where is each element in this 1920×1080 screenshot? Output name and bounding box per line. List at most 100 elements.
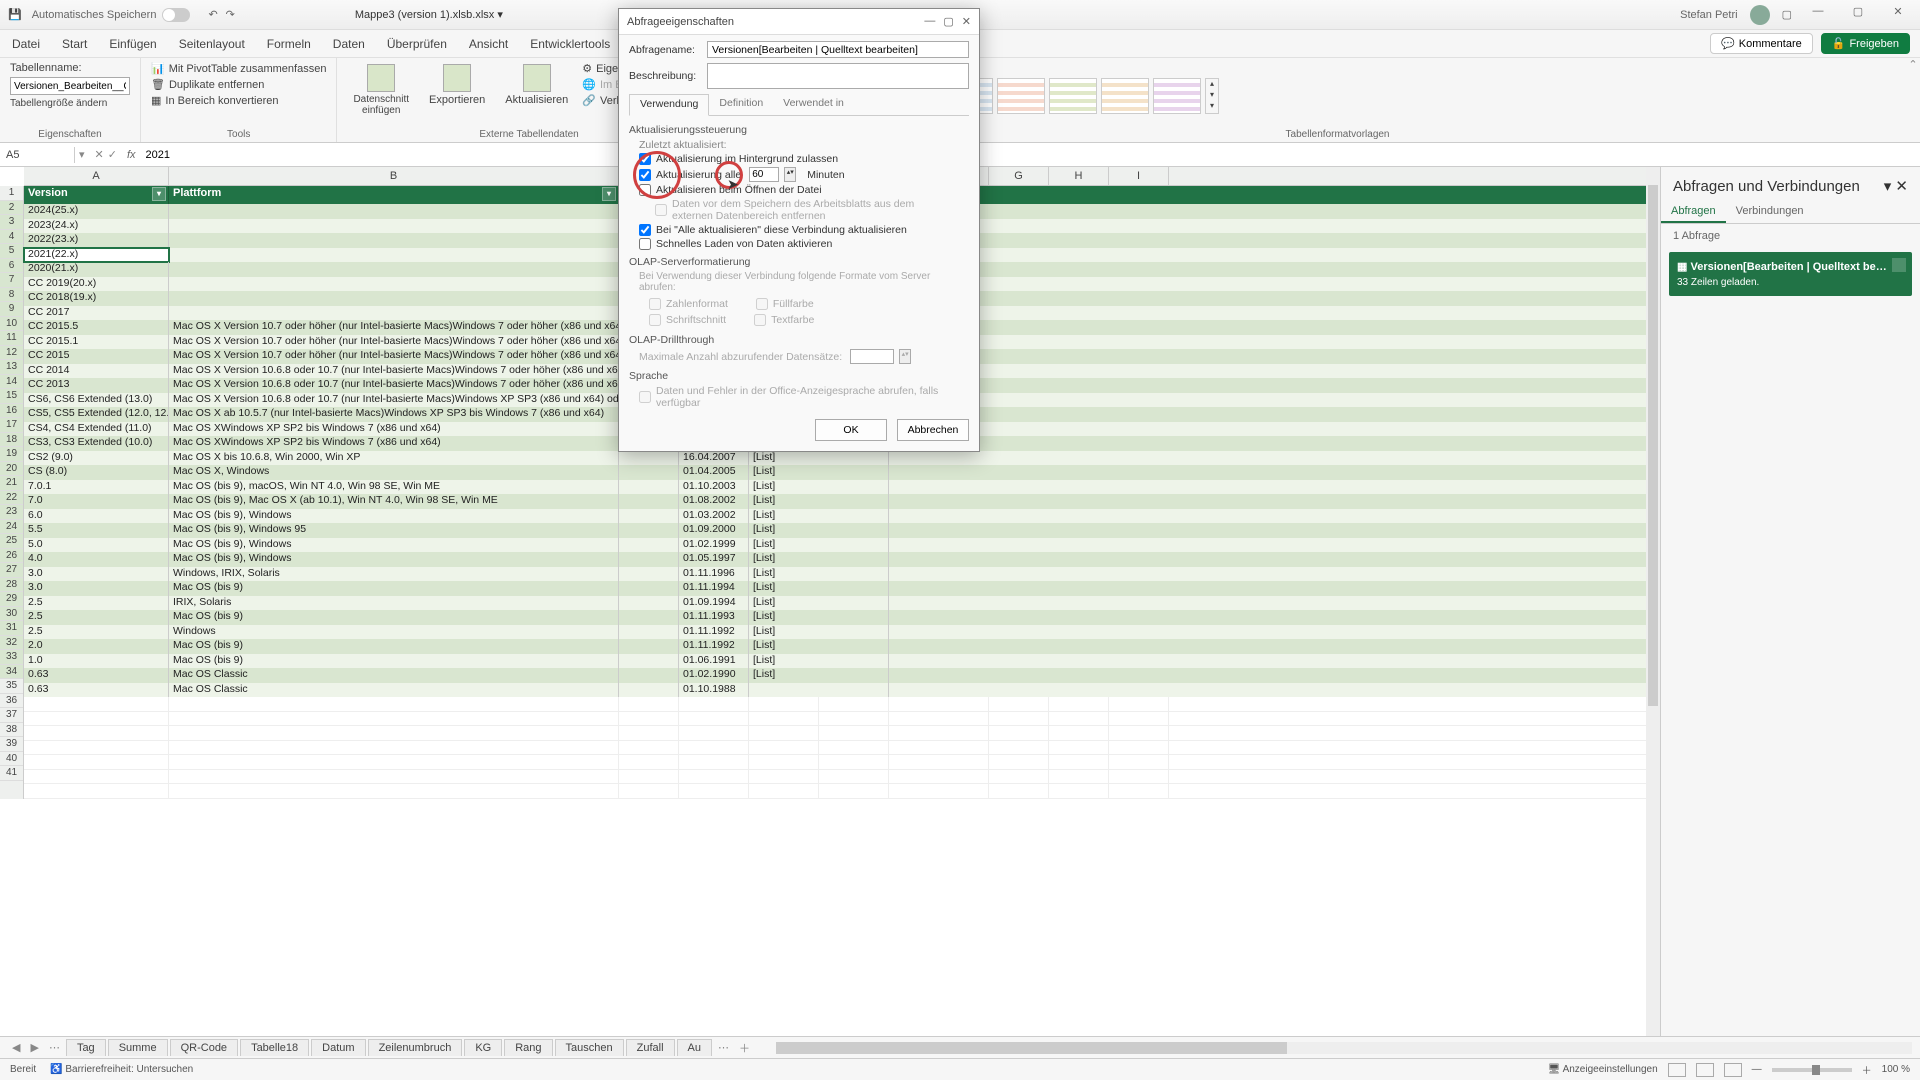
table-style-6[interactable] bbox=[1049, 78, 1097, 114]
formula-input[interactable]: 2021 bbox=[140, 147, 1920, 163]
row-num[interactable]: 34 bbox=[0, 665, 23, 680]
sheet-more-icon[interactable]: ⋯ bbox=[714, 1041, 733, 1054]
undo-icon[interactable]: ↶ bbox=[208, 8, 217, 21]
row-num[interactable]: 33 bbox=[0, 650, 23, 665]
row-num[interactable]: 21 bbox=[0, 476, 23, 491]
name-box[interactable]: A5 bbox=[0, 147, 75, 163]
row-num[interactable]: 12 bbox=[0, 346, 23, 361]
table-row[interactable]: 3.0Mac OS (bis 9)01.11.1994[List] bbox=[24, 581, 1660, 596]
table-row[interactable]: CS2 (9.0)Mac OS X bis 10.6.8, Win 2000, … bbox=[24, 451, 1660, 466]
sheet-tab[interactable]: Tag bbox=[66, 1039, 106, 1056]
query-name-input[interactable] bbox=[707, 41, 969, 58]
col-head[interactable]: A bbox=[24, 167, 169, 185]
row-num[interactable]: 3 bbox=[0, 215, 23, 230]
sheet-tab[interactable]: Zeilenumbruch bbox=[368, 1039, 463, 1056]
refresh-all-checkbox[interactable] bbox=[639, 224, 651, 236]
table-row[interactable]: 5.0Mac OS (bis 9), Windows01.02.1999[Lis… bbox=[24, 538, 1660, 553]
redo-icon[interactable]: ↷ bbox=[226, 8, 235, 21]
panel-dropdown-icon[interactable]: ▾ bbox=[1884, 178, 1892, 195]
row-num[interactable]: 8 bbox=[0, 288, 23, 303]
avatar[interactable] bbox=[1750, 5, 1770, 25]
row-num[interactable]: 7 bbox=[0, 273, 23, 288]
col-version[interactable]: Version▾ bbox=[24, 186, 169, 204]
table-row[interactable]: 0.63Mac OS Classic01.10.1988 bbox=[24, 683, 1660, 698]
collapse-ribbon-icon[interactable]: ⌃ bbox=[1906, 58, 1920, 142]
row-num[interactable]: 2 bbox=[0, 201, 23, 216]
name-box-dropdown-icon[interactable]: ▾ bbox=[75, 148, 89, 161]
query-item[interactable]: ▦ Versionen[Bearbeiten | Quelltext be… 3… bbox=[1669, 252, 1912, 296]
row-num[interactable]: 37 bbox=[0, 708, 23, 723]
filter-dropdown-icon[interactable]: ▾ bbox=[152, 187, 166, 201]
comments-button[interactable]: 💬Kommentare bbox=[1710, 33, 1813, 54]
sheet-tab[interactable]: Au bbox=[677, 1039, 712, 1056]
row-num[interactable]: 30 bbox=[0, 607, 23, 622]
share-button[interactable]: 🔓Freigeben bbox=[1821, 33, 1910, 54]
vertical-scrollbar[interactable] bbox=[1646, 167, 1660, 1036]
sheet-tab[interactable]: QR-Code bbox=[170, 1039, 238, 1056]
row-num[interactable]: 22 bbox=[0, 491, 23, 506]
table-row[interactable]: 3.0Windows, IRIX, Solaris01.11.1996[List… bbox=[24, 567, 1660, 582]
row-num[interactable]: 38 bbox=[0, 723, 23, 738]
table-row[interactable]: 4.0Mac OS (bis 9), Windows01.05.1997[Lis… bbox=[24, 552, 1660, 567]
view-layout-icon[interactable] bbox=[1696, 1063, 1714, 1077]
resize-table-button[interactable]: Tabellengröße ändern bbox=[10, 98, 130, 109]
bg-refresh-checkbox[interactable] bbox=[639, 153, 651, 165]
sheet-nav-prev-icon[interactable]: ◀ bbox=[8, 1041, 24, 1054]
style-scroll[interactable]: ▴▾▾ bbox=[1205, 78, 1219, 114]
row-num[interactable]: 14 bbox=[0, 375, 23, 390]
table-row[interactable]: 2.5Windows01.11.1992[List] bbox=[24, 625, 1660, 640]
row-num[interactable]: 36 bbox=[0, 694, 23, 709]
dialog-minimize-icon[interactable]: — bbox=[924, 15, 935, 28]
tab-ueberpruefen[interactable]: Überprüfen bbox=[385, 33, 449, 55]
ribbon-mode-icon[interactable]: ▢ bbox=[1782, 8, 1792, 21]
minimize-icon[interactable]: — bbox=[1804, 5, 1832, 25]
dialog-close-icon[interactable]: ✕ bbox=[962, 15, 971, 28]
table-style-7[interactable] bbox=[1101, 78, 1149, 114]
sheet-tab[interactable]: Tauschen bbox=[555, 1039, 624, 1056]
refresh-on-open-checkbox[interactable] bbox=[639, 184, 651, 196]
export-button[interactable]: Exportieren bbox=[423, 62, 491, 118]
row-num[interactable]: 1 bbox=[0, 186, 23, 201]
table-row[interactable]: 6.0Mac OS (bis 9), Windows01.03.2002[Lis… bbox=[24, 509, 1660, 524]
view-normal-icon[interactable] bbox=[1668, 1063, 1686, 1077]
tab-abfragen[interactable]: Abfragen bbox=[1661, 201, 1726, 223]
cancel-formula-icon[interactable]: ✕ bbox=[95, 148, 104, 161]
tab-daten[interactable]: Daten bbox=[331, 33, 367, 55]
refresh-button[interactable]: Aktualisieren bbox=[499, 62, 574, 118]
panel-close-icon[interactable]: ✕ bbox=[1895, 178, 1908, 195]
table-row[interactable]: 2.5Mac OS (bis 9)01.11.1993[List] bbox=[24, 610, 1660, 625]
row-num[interactable]: 6 bbox=[0, 259, 23, 274]
display-settings[interactable]: 🖥 Anzeigeeinstellungen bbox=[1548, 1064, 1658, 1075]
row-num[interactable]: 25 bbox=[0, 534, 23, 549]
pivot-button[interactable]: 📊 Mit PivotTable zusammenfassen bbox=[151, 62, 326, 75]
sheet-nav-more-icon[interactable]: ⋯ bbox=[45, 1041, 64, 1054]
row-num[interactable]: 9 bbox=[0, 302, 23, 317]
query-refresh-icon[interactable] bbox=[1892, 258, 1906, 272]
close-icon[interactable]: ✕ bbox=[1884, 5, 1912, 25]
table-row[interactable]: 2.5IRIX, Solaris01.09.1994[List] bbox=[24, 596, 1660, 611]
tab-einfuegen[interactable]: Einfügen bbox=[107, 33, 158, 55]
table-name-input[interactable] bbox=[10, 77, 130, 95]
table-row[interactable]: 7.0.1Mac OS (bis 9), macOS, Win NT 4.0, … bbox=[24, 480, 1660, 495]
dialog-maximize-icon[interactable]: ▢ bbox=[943, 15, 953, 28]
col-head[interactable]: G bbox=[989, 167, 1049, 185]
row-num[interactable]: 40 bbox=[0, 752, 23, 767]
table-row[interactable]: 1.0Mac OS (bis 9)01.06.1991[List] bbox=[24, 654, 1660, 669]
table-row[interactable]: 7.0Mac OS (bis 9), Mac OS X (ab 10.1), W… bbox=[24, 494, 1660, 509]
row-num[interactable]: 17 bbox=[0, 418, 23, 433]
status-accessibility[interactable]: ♿ Barrierefreiheit: Untersuchen bbox=[50, 1064, 193, 1075]
table-row[interactable]: 2.0Mac OS (bis 9)01.11.1992[List] bbox=[24, 639, 1660, 654]
tab-seitenlayout[interactable]: Seitenlayout bbox=[177, 33, 247, 55]
sheet-tab[interactable]: Rang bbox=[504, 1039, 552, 1056]
row-num[interactable]: 29 bbox=[0, 592, 23, 607]
row-num[interactable]: 20 bbox=[0, 462, 23, 477]
horizontal-scrollbar[interactable] bbox=[776, 1042, 1912, 1054]
sheet-tab[interactable]: Zufall bbox=[626, 1039, 675, 1056]
col-head[interactable]: B bbox=[169, 167, 619, 185]
sheet-tab[interactable]: Datum bbox=[311, 1039, 365, 1056]
tab-entwicklertools[interactable]: Entwicklertools bbox=[528, 33, 612, 55]
fast-load-checkbox[interactable] bbox=[639, 238, 651, 250]
save-icon[interactable]: 💾 bbox=[8, 8, 22, 21]
row-num[interactable]: 39 bbox=[0, 737, 23, 752]
dialog-tab-verwendung[interactable]: Verwendung bbox=[629, 94, 709, 116]
